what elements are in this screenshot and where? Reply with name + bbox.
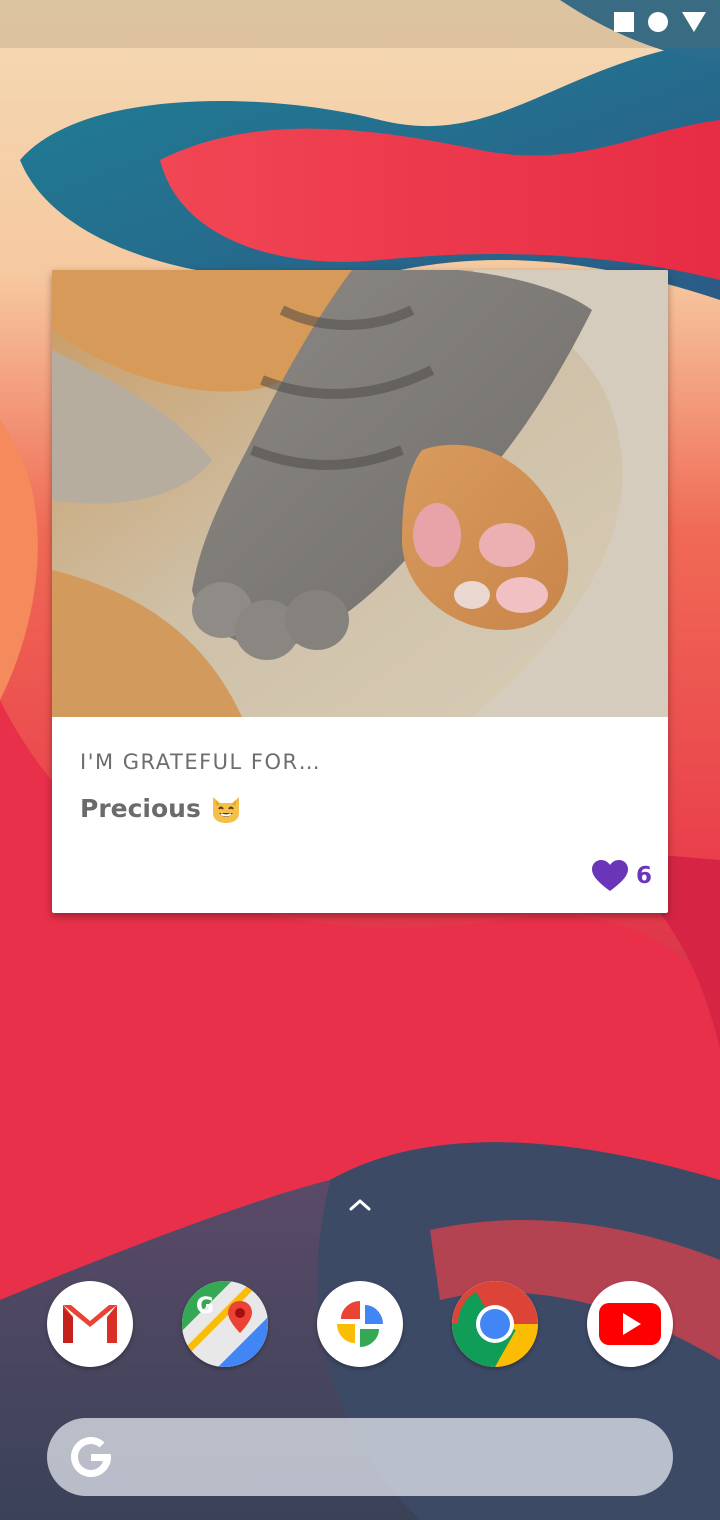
grinning-cat-emoji bbox=[212, 797, 239, 823]
home-screen: I'M GRATEFUL FOR… Precious 6 G bbox=[0, 0, 720, 1520]
circle-icon bbox=[648, 12, 668, 32]
maps-icon[interactable]: G bbox=[182, 1281, 268, 1367]
square-icon bbox=[614, 12, 634, 32]
youtube-icon[interactable] bbox=[587, 1281, 673, 1367]
likes-count: 6 bbox=[635, 863, 652, 889]
gmail-icon[interactable] bbox=[47, 1281, 133, 1367]
status-bar bbox=[0, 0, 720, 48]
status-icons bbox=[614, 12, 706, 32]
widget-photo[interactable] bbox=[52, 270, 668, 717]
entry-text: Precious bbox=[80, 793, 201, 823]
entry-row: Precious bbox=[80, 791, 243, 825]
svg-text:G: G bbox=[196, 1294, 214, 1319]
google-g-icon bbox=[71, 1437, 111, 1477]
triangle-icon bbox=[682, 12, 706, 32]
heart-icon bbox=[591, 860, 628, 891]
gratitude-widget[interactable]: I'M GRATEFUL FOR… Precious 6 bbox=[52, 270, 668, 913]
prompt-text: I'M GRATEFUL FOR… bbox=[80, 750, 322, 774]
app-dock: G bbox=[47, 1281, 673, 1367]
google-search-bar[interactable] bbox=[47, 1418, 673, 1496]
photos-icon[interactable] bbox=[317, 1281, 403, 1367]
chevron-up-icon[interactable] bbox=[348, 1196, 372, 1212]
likes[interactable]: 6 bbox=[591, 860, 652, 892]
chrome-icon[interactable] bbox=[452, 1281, 538, 1367]
